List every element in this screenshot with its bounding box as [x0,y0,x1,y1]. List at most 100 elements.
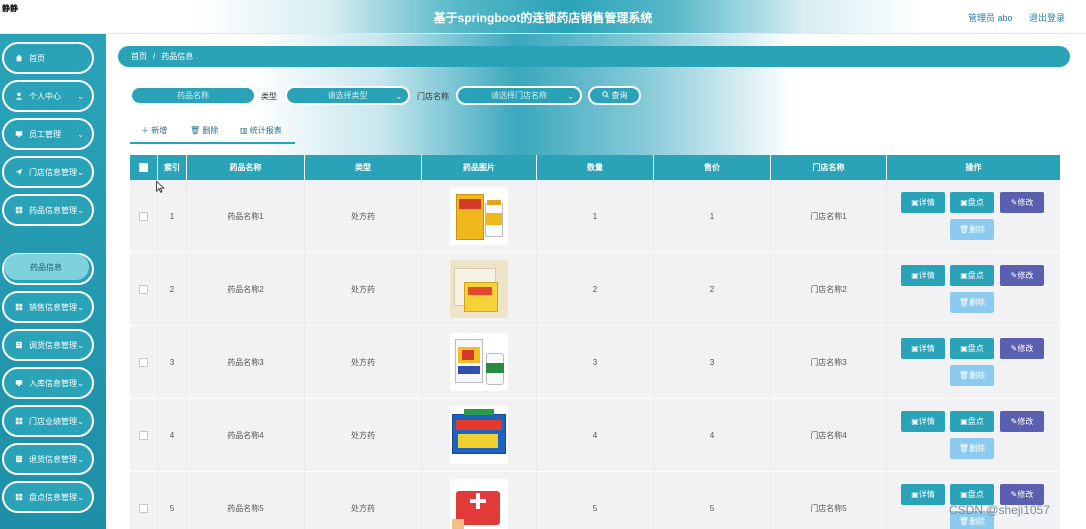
breadcrumb-home[interactable]: 首页 [131,51,147,62]
doc-icon: ▣ [960,344,968,353]
inventory-button[interactable]: ▣ 盘点 [950,411,994,432]
cell-name: 药品名称4 [187,399,305,471]
sidebar-item-9[interactable]: 门店业绩管理 ⌄ [2,405,94,437]
inventory-button-label: 盘点 [967,271,984,280]
edit-button[interactable]: ✎ 修改 [1000,484,1044,505]
edit-button-label: 修改 [1017,490,1034,499]
select-all-checkbox[interactable] [130,155,158,180]
trash-icon: 🗑 [958,517,970,526]
sidebar-item-11[interactable]: 盘点信息管理 ⌄ [2,481,94,513]
row-checkbox[interactable] [130,180,158,252]
stats-report-button[interactable]: ▥ 统计报表 [240,125,282,136]
cell-type: 处方药 [305,326,422,398]
edit-button[interactable]: ✎ 修改 [1000,265,1044,286]
type-select[interactable]: 请选择类型 ⌄ [285,86,410,105]
edit-button-label: 修改 [1017,344,1034,353]
monitor-icon [14,378,24,388]
chevron-down-icon: ⌄ [77,130,84,139]
add-button-label: 新增 [151,126,168,135]
cell-name: 药品名称1 [187,180,305,252]
delete-button[interactable]: 🗑 删除 [950,292,994,313]
inventory-button[interactable]: ▣ 盘点 [950,338,994,359]
row-checkbox[interactable] [130,326,158,398]
table-row: 5 药品名称5 处方药 5 5 门店名称5 ▣ 详情 ▣ 盘点 ✎ 修改 🗑 删除 [130,472,1060,529]
cell-image [422,326,537,398]
col-store: 门店名称 [771,155,887,180]
chevron-down-icon: ⌄ [567,92,574,101]
monitor-icon [14,129,24,139]
inventory-button[interactable]: ▣ 盘点 [950,192,994,213]
type-label: 类型 [261,92,277,101]
inventory-button[interactable]: ▣ 盘点 [950,484,994,505]
checkbox-box [139,503,148,513]
cell-price: 5 [654,472,771,529]
drug-name-input[interactable]: 药品名称 [130,86,256,105]
detail-button[interactable]: ▣ 详情 [901,338,945,359]
detail-button[interactable]: ▣ 详情 [901,484,945,505]
detail-button[interactable]: ▣ 详情 [901,265,945,286]
sidebar-item-1[interactable]: 个人中心 ⌄ [2,80,94,112]
sidebar-item-10[interactable]: 退货信息管理 ⌄ [2,443,94,475]
col-name: 药品名称 [187,155,305,180]
chevron-down-icon: ⌄ [77,379,84,388]
cell-type: 处方药 [305,472,422,529]
logout-link[interactable]: 退出登录 [1029,11,1065,24]
detail-button-label: 详情 [918,490,935,499]
table-row: 1 药品名称1 处方药 1 1 门店名称1 ▣ 详情 ▣ 盘点 ✎ 修改 🗑 删除 [130,180,1060,253]
table-row: 2 药品名称2 处方药 2 2 门店名称2 ▣ 详情 ▣ 盘点 ✎ 修改 🗑 删除 [130,253,1060,326]
detail-button-label: 详情 [918,271,935,280]
cell-name: 药品名称2 [187,253,305,325]
row-checkbox[interactable] [130,399,158,471]
inventory-button[interactable]: ▣ 盘点 [950,265,994,286]
checkbox-box [139,430,148,440]
store-select[interactable]: 请选择门店名称 ⌄ [456,86,582,105]
edit-button[interactable]: ✎ 修改 [1000,192,1044,213]
edit-button[interactable]: ✎ 修改 [1000,411,1044,432]
chevron-down-icon: ⌄ [77,417,84,426]
edit-button[interactable]: ✎ 修改 [1000,338,1044,359]
pencil-icon: ✎ [1010,198,1018,207]
delete-button[interactable]: 🗑 删除 [950,219,994,240]
delete-button-label: 删除 [969,444,986,453]
store-select-placeholder: 请选择门店名称 [491,91,547,100]
sidebar-item-3[interactable]: 门店信息管理 ⌄ [2,156,94,188]
detail-button[interactable]: ▣ 详情 [901,411,945,432]
cell-qty: 1 [537,180,654,252]
sidebar-item-2[interactable]: 员工管理 ⌄ [2,118,94,150]
cell-store: 门店名称2 [771,253,887,325]
trash-icon: 🗑 [958,371,970,380]
grid-icon [14,492,24,502]
bulk-delete-button[interactable]: 🗑 删除 [190,125,218,136]
doc-icon: ▣ [960,198,968,207]
breadcrumb-current: 药品信息 [161,52,194,61]
detail-button[interactable]: ▣ 详情 [901,192,945,213]
sidebar-item-0[interactable]: 首页 [2,42,94,74]
row-checkbox[interactable] [130,472,158,529]
edit-button-label: 修改 [1017,417,1034,426]
cell-qty: 3 [537,326,654,398]
sidebar-item-4[interactable]: 药品信息管理 ⌄ [2,194,94,226]
cell-store: 门店名称4 [771,399,887,471]
cell-qty: 2 [537,253,654,325]
delete-button-label: 删除 [969,298,986,307]
delete-button[interactable]: 🗑 删除 [950,365,994,386]
sidebar-item-label: 销售信息管理 [29,302,77,312]
add-button[interactable]: ＋ 新增 [141,125,167,136]
table-row: 3 药品名称3 处方药 3 3 门店名称3 ▣ 详情 ▣ 盘点 ✎ 修改 🗑 删除 [130,326,1060,399]
detail-button-label: 详情 [918,344,935,353]
pencil-icon: ✎ [1010,417,1018,426]
sidebar-subitem-drug-info[interactable]: 药品信息 [4,254,89,280]
cell-price: 4 [654,399,771,471]
sidebar-item-7[interactable]: 调货信息管理 ⌄ [2,329,94,361]
pencil-icon: ✎ [1010,344,1018,353]
sidebar-item-6[interactable]: 销售信息管理 ⌄ [2,291,94,323]
cell-image [422,399,537,471]
col-price: 售价 [654,155,771,180]
query-button[interactable]: 查询 [588,86,641,105]
row-checkbox[interactable] [130,253,158,325]
checkbox-box [139,357,148,367]
trash-icon: 🗑 [958,444,970,453]
cell-image [422,253,537,325]
delete-button[interactable]: 🗑 删除 [950,438,994,459]
sidebar-item-8[interactable]: 入库信息管理 ⌄ [2,367,94,399]
